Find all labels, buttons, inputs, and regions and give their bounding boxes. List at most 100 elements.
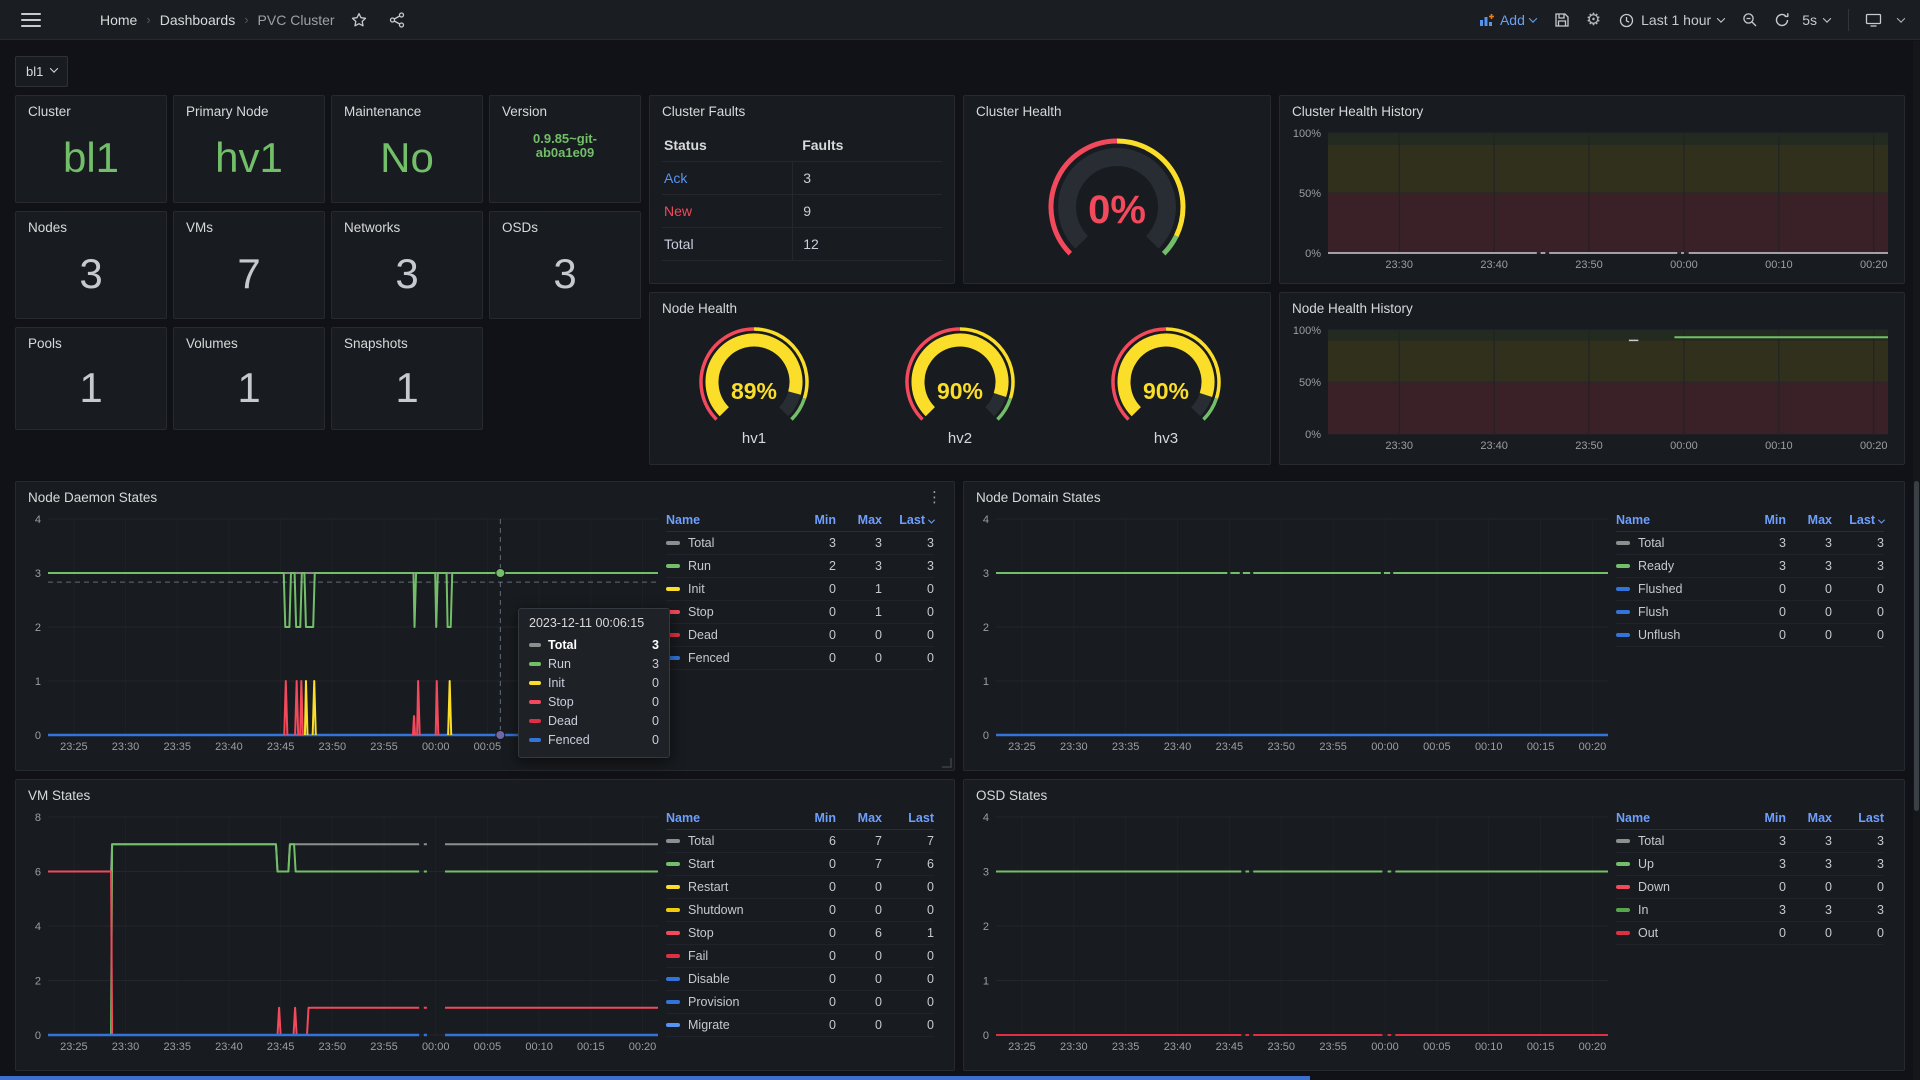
- legend-header-min[interactable]: Min: [1740, 811, 1786, 825]
- legend-row-flush[interactable]: Flush000: [1616, 601, 1884, 624]
- x-axis-tick: 23:35: [163, 741, 191, 753]
- node-domain-states-chart[interactable]: 0123423:2523:3023:3523:4023:4523:5023:55…: [970, 509, 1616, 757]
- legend-row-fail[interactable]: Fail000: [666, 945, 934, 968]
- legend-max-value: 0: [1786, 605, 1832, 619]
- legend-header-min[interactable]: Min: [790, 811, 836, 825]
- legend-header-name[interactable]: Name: [1616, 513, 1740, 527]
- stat-panel-maintenance: MaintenanceNo: [331, 95, 483, 203]
- legend-header-name[interactable]: Name: [666, 513, 790, 527]
- legend-swatch: [1616, 633, 1630, 637]
- panel-title: Node Daemon States: [16, 482, 954, 509]
- tv-mode-icon[interactable]: [1859, 8, 1888, 32]
- legend-row-init[interactable]: Init010: [666, 578, 934, 601]
- breadcrumb-home[interactable]: Home: [100, 12, 137, 28]
- legend-header-name[interactable]: Name: [1616, 811, 1740, 825]
- legend-row-run[interactable]: Run233: [666, 555, 934, 578]
- tooltip-series-name: Stop: [548, 695, 645, 709]
- x-axis-tick: 23:30: [1385, 259, 1413, 271]
- legend-row-total[interactable]: Total333: [1616, 532, 1884, 555]
- legend-row-start[interactable]: Start076: [666, 853, 934, 876]
- refresh-interval-dropdown[interactable]: 5s: [1800, 8, 1838, 32]
- legend-series-name: Fail: [688, 949, 708, 963]
- dashboard-settings-gear-icon[interactable]: ⚙: [1580, 6, 1607, 34]
- legend-row-restart[interactable]: Restart000: [666, 876, 934, 899]
- legend-row-stop[interactable]: Stop061: [666, 922, 934, 945]
- legend-row-flushed[interactable]: Flushed000: [1616, 578, 1884, 601]
- osd-states-chart[interactable]: 0123423:2523:3023:3523:4023:4523:5023:55…: [970, 807, 1616, 1057]
- legend-row-out[interactable]: Out000: [1616, 922, 1884, 945]
- legend-header-last[interactable]: Last: [1832, 811, 1884, 825]
- panel-menu-kebab-icon[interactable]: ⋮: [923, 488, 946, 507]
- menu-icon[interactable]: [14, 6, 48, 34]
- legend-row-disable[interactable]: Disable000: [666, 968, 934, 991]
- legend-header-min[interactable]: Min: [1740, 513, 1786, 527]
- legend-max-value: 0: [836, 972, 882, 986]
- legend-row-migrate[interactable]: Migrate000: [666, 1014, 934, 1037]
- legend-last-value: 0: [882, 605, 934, 619]
- cluster-health-gauge: 0%: [967, 123, 1267, 275]
- legend-row-up[interactable]: Up333: [1616, 853, 1884, 876]
- legend-header-max[interactable]: Max: [836, 811, 882, 825]
- panel-node-health-history: Node Health History 0%50%100%23:3023:402…: [1279, 292, 1905, 465]
- variable-selector-bl1[interactable]: bl1: [15, 56, 68, 87]
- breadcrumb-dashboards[interactable]: Dashboards: [160, 12, 236, 28]
- time-range-picker[interactable]: Last 1 hour: [1611, 8, 1732, 32]
- legend-header-max[interactable]: Max: [836, 513, 882, 527]
- legend-row-shutdown[interactable]: Shutdown000: [666, 899, 934, 922]
- x-axis-tick: 23:25: [1008, 741, 1036, 753]
- node-health-history-chart[interactable]: 0%50%100%23:3023:4023:5000:0000:1000:20: [1284, 320, 1896, 456]
- nav-more-chevron-icon[interactable]: [1892, 13, 1910, 27]
- x-axis-tick: 00:15: [1527, 1041, 1555, 1053]
- y-axis-tick: 3: [983, 867, 989, 879]
- cluster-health-history-chart[interactable]: 0%50%100%23:3023:4023:5000:0000:1000:20: [1284, 123, 1896, 275]
- refresh-icon[interactable]: [1768, 8, 1796, 32]
- legend-header-last[interactable]: Last: [1832, 513, 1884, 527]
- legend-row-total[interactable]: Total333: [1616, 830, 1884, 853]
- top-nav-bar: Home › Dashboards › PVC Cluster Add ⚙: [0, 0, 1920, 40]
- vertical-scrollbar-track[interactable]: [1913, 41, 1920, 1080]
- x-axis-tick: 23:50: [1575, 259, 1603, 271]
- series-init: [305, 681, 308, 735]
- vm-states-chart[interactable]: 0246823:2523:3023:3523:4023:4523:5023:55…: [22, 807, 666, 1057]
- x-axis-tick: 23:40: [1164, 741, 1192, 753]
- panel-title: Node Domain States: [964, 482, 1904, 509]
- legend-row-ready[interactable]: Ready333: [1616, 555, 1884, 578]
- legend-last-value: 0: [882, 628, 934, 642]
- save-dashboard-icon[interactable]: [1548, 8, 1576, 32]
- vertical-scrollbar-thumb[interactable]: [1914, 481, 1919, 811]
- faults-status-cell: Ack: [662, 162, 792, 194]
- legend-header-max[interactable]: Max: [1786, 513, 1832, 527]
- tooltip-row-run: Run3: [529, 654, 659, 673]
- legend-header-min[interactable]: Min: [790, 513, 836, 527]
- panel-resize-handle[interactable]: [942, 758, 952, 768]
- legend-header-max[interactable]: Max: [1786, 811, 1832, 825]
- legend-header-last[interactable]: Last: [882, 811, 934, 825]
- legend-last-value: 0: [1832, 582, 1884, 596]
- legend-row-dead[interactable]: Dead000: [666, 624, 934, 647]
- legend-row-total[interactable]: Total333: [666, 532, 934, 555]
- legend-header-row: NameMinMaxLast: [666, 807, 934, 830]
- zoom-out-time-icon[interactable]: [1736, 8, 1764, 32]
- y-axis-tick: 4: [35, 921, 41, 933]
- legend-header-last[interactable]: Last: [882, 513, 934, 527]
- legend-row-stop[interactable]: Stop010: [666, 601, 934, 624]
- legend-min-value: 0: [1740, 582, 1786, 596]
- legend-row-unflush[interactable]: Unflush000: [1616, 624, 1884, 647]
- legend-row-in[interactable]: In333: [1616, 899, 1884, 922]
- legend-last-value: 0: [882, 880, 934, 894]
- legend-row-total[interactable]: Total677: [666, 830, 934, 853]
- x-axis-tick: 23:30: [1060, 1041, 1088, 1053]
- legend-header-name[interactable]: Name: [666, 811, 790, 825]
- legend-series-name: Shutdown: [688, 903, 744, 917]
- legend-header-row: NameMinMaxLast: [666, 509, 934, 532]
- add-panel-button[interactable]: Add: [1471, 8, 1544, 32]
- legend-row-down[interactable]: Down000: [1616, 876, 1884, 899]
- share-icon[interactable]: [383, 8, 411, 32]
- legend-row-fenced[interactable]: Fenced000: [666, 647, 934, 670]
- horizontal-scrollbar-thumb[interactable]: [0, 1076, 1310, 1080]
- chart-tooltip: 2023-12-11 00:06:15 Total3Run3Init0Stop0…: [518, 608, 670, 758]
- favorite-star-icon[interactable]: [345, 8, 373, 32]
- y-axis-tick: 0: [983, 1030, 989, 1042]
- legend-row-provision[interactable]: Provision000: [666, 991, 934, 1014]
- legend-max-value: 0: [836, 1018, 882, 1032]
